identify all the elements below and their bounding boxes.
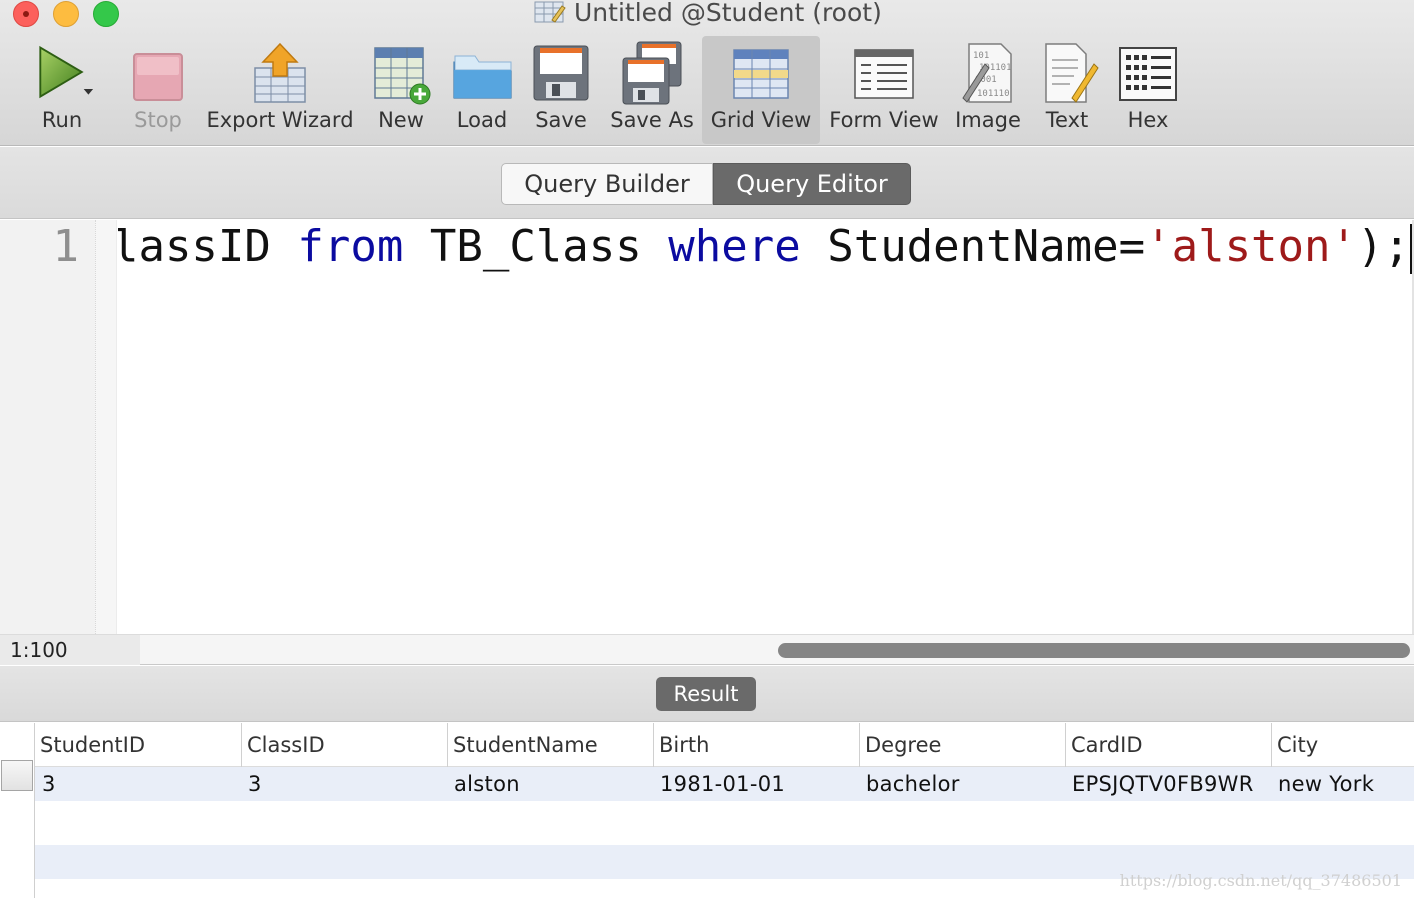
export-wizard-label: Export Wizard: [206, 108, 354, 132]
save-as-label: Save As: [610, 108, 694, 132]
maximize-window-button[interactable]: [93, 1, 119, 27]
stop-icon: [125, 40, 191, 106]
editor-mode-bar: Query Builder Query Editor: [0, 147, 1414, 219]
text-label: Text: [1045, 108, 1089, 132]
code-line[interactable]: ClassID from TB_Class where StudentName=…: [118, 220, 1414, 280]
form-view-button[interactable]: Form View: [826, 36, 942, 144]
run-icon: [29, 40, 95, 106]
column-header[interactable]: Birth: [653, 723, 859, 767]
stop-button[interactable]: Stop: [118, 36, 198, 144]
grid-view-icon: [728, 40, 794, 106]
table-cell[interactable]: alston: [447, 767, 653, 801]
grid-view-label: Grid View: [710, 108, 812, 132]
folder-icon: [449, 40, 515, 106]
run-button[interactable]: Run: [22, 36, 102, 144]
cursor-position: 1:100: [0, 635, 140, 665]
table-cell[interactable]: 1981-01-01: [653, 767, 859, 801]
code-token: );: [1357, 221, 1410, 272]
new-button[interactable]: New: [366, 36, 436, 144]
form-view-label: Form View: [829, 108, 939, 132]
empty-row: [35, 801, 1414, 845]
window-toolbar: Untitled @Student (root) Run Stop Export…: [0, 0, 1414, 146]
export-wizard-button[interactable]: Export Wizard: [206, 36, 354, 144]
table-cell[interactable]: new York: [1271, 767, 1414, 801]
grid-header: StudentID ClassID StudentName Birth Degr…: [35, 723, 1414, 767]
code-token: StudentName=: [800, 221, 1146, 272]
tab-query-builder[interactable]: Query Builder: [501, 163, 713, 205]
minimize-window-button[interactable]: [53, 1, 79, 27]
table-cell[interactable]: EPSJQTV0FB9WR: [1065, 767, 1271, 801]
column-header[interactable]: CardID: [1065, 723, 1271, 767]
table-cell[interactable]: 3: [35, 767, 241, 801]
line-number-gutter: 1: [0, 220, 95, 634]
close-icon: [23, 11, 29, 17]
code-token: from: [297, 221, 404, 272]
save-as-button[interactable]: Save As: [608, 36, 696, 144]
code-token: where: [668, 221, 801, 272]
stop-label: Stop: [134, 108, 182, 132]
row-selector[interactable]: [1, 760, 33, 791]
save-as-disk-icon: [619, 40, 685, 106]
text-button[interactable]: Text: [1034, 36, 1100, 144]
export-wizard-icon: [247, 40, 313, 106]
query-document-icon: [534, 0, 566, 24]
hex-label: Hex: [1127, 108, 1169, 132]
code-token: TB_Class: [403, 221, 669, 272]
table-cell[interactable]: bachelor: [859, 767, 1065, 801]
save-button[interactable]: Save: [528, 36, 594, 144]
save-label: Save: [535, 108, 587, 132]
code-token: ClassID: [118, 221, 271, 272]
image-button[interactable]: 101 101101 0001 101110 Image: [952, 36, 1024, 144]
form-view-icon: [851, 40, 917, 106]
svg-text:101: 101: [973, 51, 989, 61]
column-header[interactable]: StudentName: [447, 723, 653, 767]
text-document-icon: [1034, 40, 1100, 106]
row-header-column: [0, 723, 35, 898]
hex-view-icon: [1115, 40, 1181, 106]
watermark: https://blog.csdn.net/qq_37486501: [1119, 871, 1402, 890]
window-title: Untitled @Student (root): [534, 0, 882, 27]
image-label: Image: [955, 108, 1021, 132]
save-disk-icon: [528, 40, 594, 106]
new-label: New: [378, 108, 424, 132]
svg-text:101110: 101110: [977, 89, 1010, 99]
binary-image-icon: 101 101101 0001 101110: [955, 40, 1021, 106]
fold-margin: [95, 220, 117, 634]
code-text: ClassID from TB_Class where StudentName=…: [118, 220, 1412, 274]
load-button[interactable]: Load: [448, 36, 516, 144]
run-label: Run: [41, 108, 83, 132]
result-tab-bar: Result: [0, 666, 1414, 722]
close-window-button[interactable]: [13, 1, 39, 27]
hex-button[interactable]: Hex: [1112, 36, 1184, 144]
grid-view-button[interactable]: Grid View: [702, 36, 820, 144]
editor-status-bar: 1:100: [0, 634, 1414, 665]
load-label: Load: [456, 108, 508, 132]
column-header[interactable]: ClassID: [241, 723, 447, 767]
column-header[interactable]: StudentID: [35, 723, 241, 767]
tab-query-editor[interactable]: Query Editor: [713, 163, 911, 205]
horizontal-scrollbar[interactable]: [778, 643, 1410, 658]
code-token: 'alston': [1145, 221, 1358, 272]
column-header[interactable]: City: [1271, 723, 1414, 767]
window-title-text: Untitled @Student (root): [574, 0, 882, 27]
tab-result[interactable]: Result: [656, 677, 756, 711]
new-query-icon: [368, 40, 434, 106]
line-number: 1: [52, 221, 80, 272]
table-cell[interactable]: 3: [241, 767, 447, 801]
sql-editor[interactable]: 1 ClassID from TB_Class where StudentNam…: [0, 220, 1414, 634]
result-grid[interactable]: StudentID ClassID StudentName Birth Degr…: [0, 723, 1414, 898]
table-row[interactable]: 3 3 alston 1981-01-01 bachelor EPSJQTV0F…: [35, 767, 1414, 801]
column-header[interactable]: Degree: [859, 723, 1065, 767]
